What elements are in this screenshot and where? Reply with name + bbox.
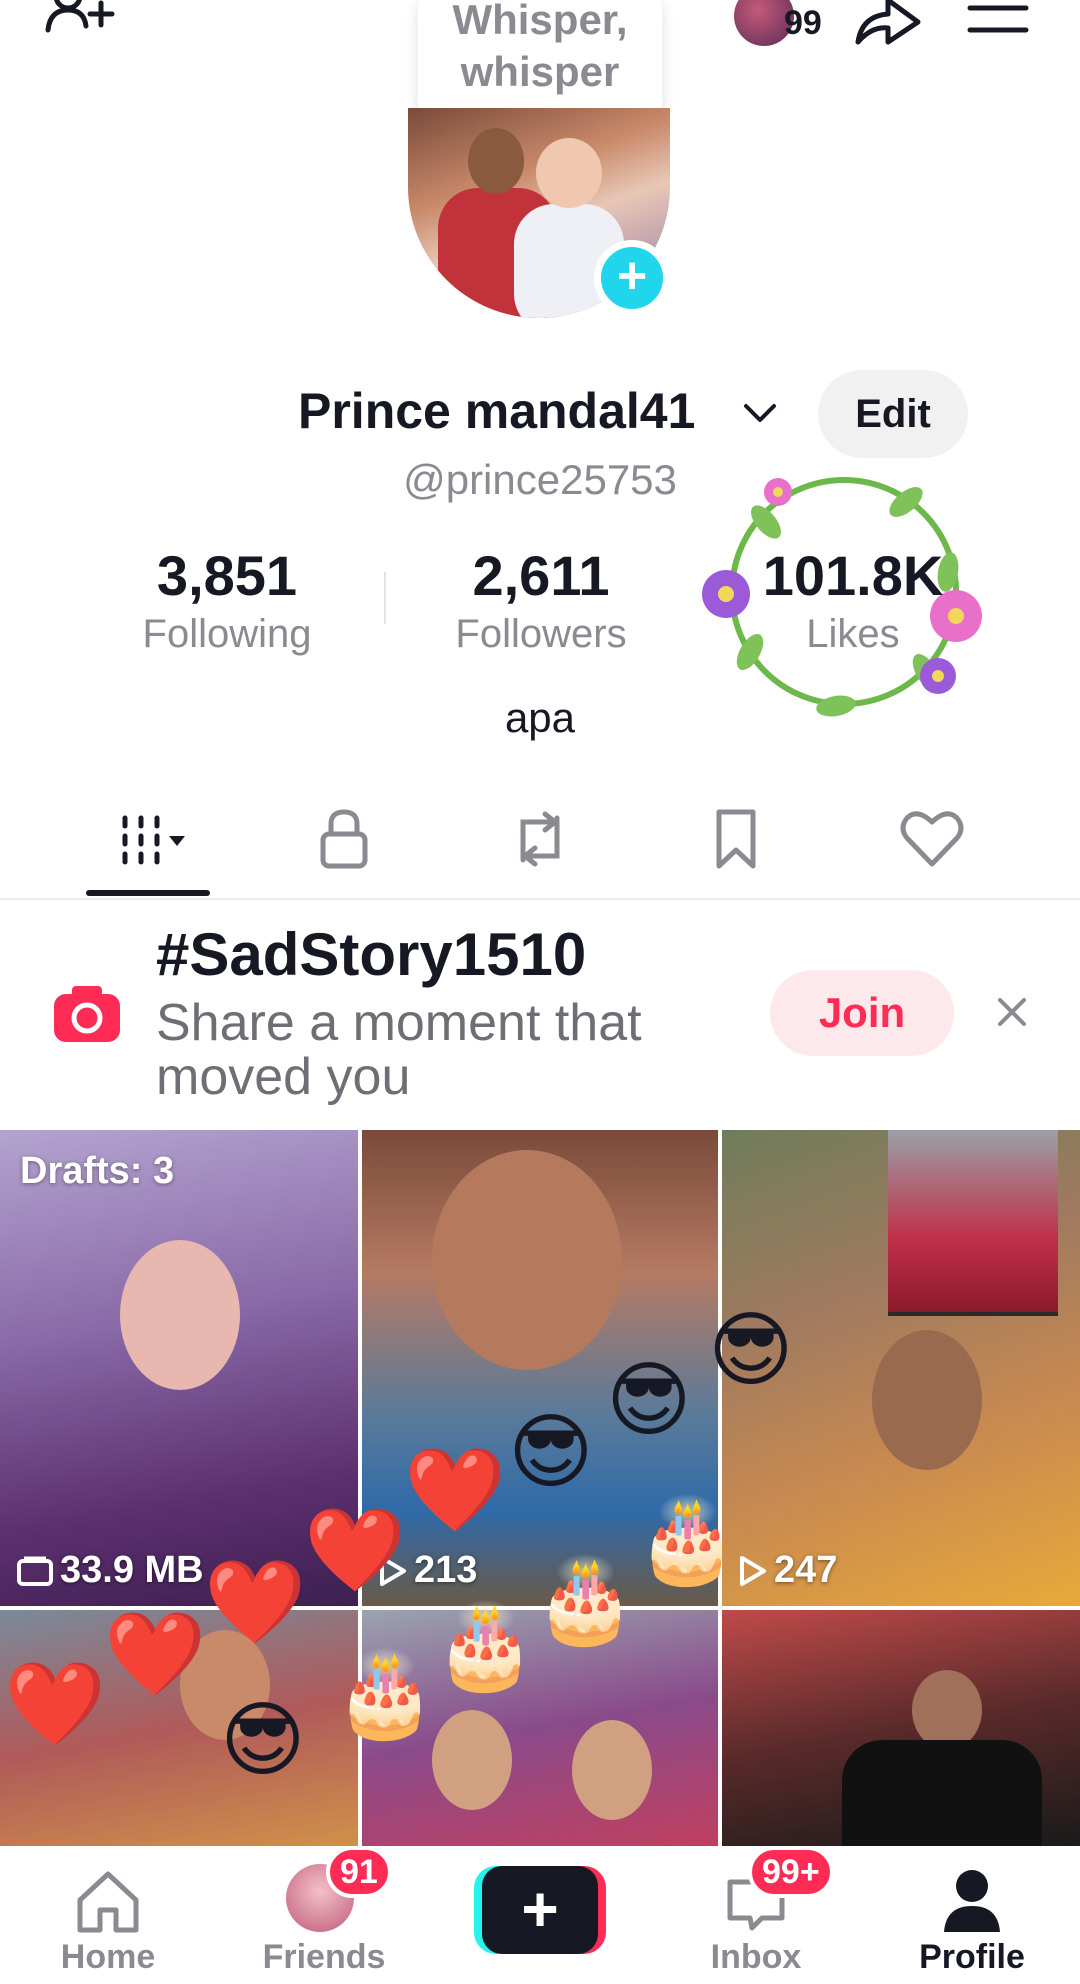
followers-count: 2,611	[472, 544, 610, 607]
sunglasses-emoji-sticker: 😎	[220, 1695, 306, 1786]
nav-inbox-label: Inbox	[710, 1938, 802, 1976]
view-count-value: 213	[414, 1549, 478, 1591]
thumbnail-figure	[572, 1720, 652, 1820]
tab-liked[interactable]	[882, 804, 982, 884]
add-user-icon[interactable]	[40, 0, 120, 50]
display-name[interactable]: Prince mandal41	[298, 382, 695, 440]
thumbnail-inset	[888, 1130, 1058, 1316]
nav-home[interactable]: Home	[18, 1846, 198, 1984]
followers-label: Followers	[455, 612, 627, 656]
sunglasses-emoji-sticker: 😎	[508, 1407, 594, 1498]
menu-icon[interactable]	[966, 0, 1030, 40]
friends-badge: 91	[326, 1846, 392, 1898]
view-count: 247	[738, 1549, 837, 1592]
nav-friends-label: Friends	[262, 1938, 386, 1976]
nav-friends[interactable]: 91 Friends	[234, 1846, 414, 1984]
nav-profile[interactable]: Profile	[882, 1846, 1062, 1984]
challenge-description: Share a moment that moved you	[156, 994, 642, 1106]
edit-profile-button[interactable]: Edit	[818, 370, 968, 458]
nav-home-label: Home	[60, 1938, 156, 1976]
join-challenge-button[interactable]: Join	[770, 970, 954, 1056]
following-count: 3,851	[156, 544, 298, 607]
heart-emoji-sticker: ❤️	[104, 1609, 207, 1700]
profile-tabs	[0, 790, 1080, 900]
thumbnail-figure	[872, 1330, 982, 1470]
draft-size-value: 33.9 MB	[60, 1549, 204, 1591]
likes-label: Likes	[806, 612, 900, 656]
plus-icon: +	[482, 1866, 598, 1954]
tooltip-line-2: whisper	[460, 48, 620, 95]
nav-profile-label: Profile	[919, 1938, 1025, 1976]
cake-emoji-sticker: 🎂	[334, 1649, 437, 1740]
share-icon[interactable]	[852, 0, 924, 48]
tab-favorites[interactable]	[686, 804, 786, 884]
drafts-label: Drafts: 3	[20, 1150, 175, 1192]
tooltip-line-1: Whisper,	[452, 0, 628, 43]
cake-emoji-sticker: 🎂	[636, 1495, 739, 1586]
close-icon[interactable]	[994, 994, 1030, 1030]
grid-icon	[122, 815, 185, 865]
bottom-nav: Home 91 Friends + 99+ Inbox Profile	[0, 1846, 1080, 1984]
thumbnail-figure	[432, 1710, 512, 1810]
tooltip-bubble: Whisper, whisper	[418, 0, 662, 120]
followers-stat[interactable]: 2,611 Followers	[406, 544, 676, 660]
active-tab-indicator	[86, 890, 210, 896]
tab-reposts[interactable]	[490, 804, 590, 884]
following-label: Following	[142, 612, 312, 656]
nav-inbox[interactable]: 99+ Inbox	[666, 1846, 846, 1984]
heart-emoji-sticker: ❤️	[204, 1557, 307, 1648]
heart-emoji-sticker: ❤️	[4, 1659, 107, 1750]
heart-emoji-sticker: ❤️	[404, 1445, 507, 1536]
tab-private[interactable]	[294, 804, 394, 884]
likes-count: 101.8K	[762, 544, 944, 607]
repost-icon	[520, 811, 560, 867]
inbox-badge: 99+	[748, 1846, 834, 1898]
home-icon	[77, 1871, 139, 1933]
sunglasses-emoji-sticker: 😎	[606, 1355, 692, 1446]
create-button[interactable]: +	[474, 1866, 606, 1954]
notification-count: 99	[784, 4, 822, 42]
thumbnail-figure	[120, 1240, 240, 1390]
bookmark-icon	[716, 809, 756, 869]
cake-emoji-sticker: 🎂	[434, 1601, 537, 1692]
folder-icon	[17, 1556, 53, 1586]
likes-stat[interactable]: 101.8K Likes	[718, 544, 988, 660]
profile-bio: apa	[504, 694, 576, 741]
add-story-button[interactable]: +	[594, 240, 670, 316]
play-icon	[740, 1555, 766, 1586]
stat-divider	[384, 572, 386, 624]
tab-videos[interactable]	[100, 804, 200, 884]
draft-size: 33.9 MB	[16, 1549, 204, 1592]
lock-icon	[320, 809, 368, 869]
video-grid: Drafts: 3 33.9 MB 213 247 😎 😎 😎 ❤️ 🎂 ❤️ …	[0, 1130, 1080, 1846]
video-thumbnail[interactable]	[722, 1610, 1080, 1846]
thumbnail-figure	[432, 1150, 622, 1370]
heart-emoji-sticker: ❤️	[304, 1505, 407, 1596]
profile-icon	[944, 1870, 1000, 1932]
thumbnail-figure	[842, 1740, 1042, 1846]
heart-icon	[900, 811, 964, 867]
following-stat[interactable]: 3,851 Following	[92, 544, 362, 660]
chevron-down-icon[interactable]	[740, 398, 780, 428]
sunglasses-emoji-sticker: 😎	[708, 1305, 794, 1396]
thumbnail-figure	[912, 1670, 982, 1750]
cake-emoji-sticker: 🎂	[534, 1555, 637, 1646]
challenge-hashtag[interactable]: #SadStory1510	[156, 920, 586, 989]
camera-icon	[54, 986, 120, 1042]
view-count-value: 247	[774, 1549, 838, 1591]
